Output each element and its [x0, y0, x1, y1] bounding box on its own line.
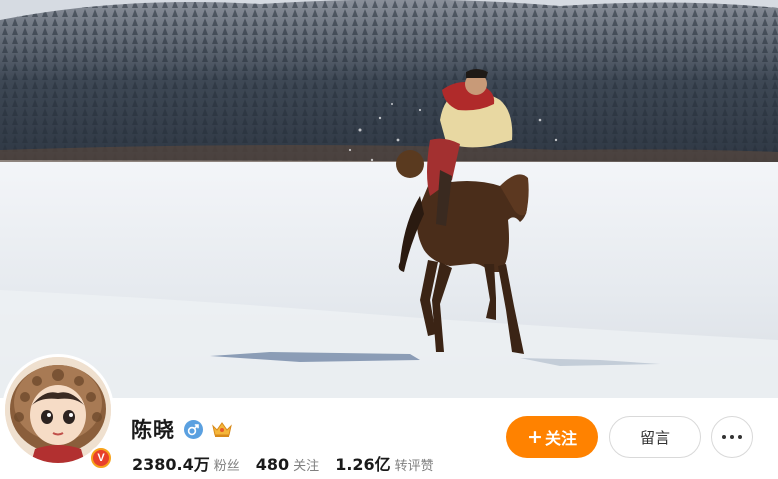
stat-following[interactable]: 480 关注 — [256, 455, 319, 474]
follow-button[interactable]: + 关注 — [506, 416, 598, 458]
stat-value: 480 — [255, 455, 290, 474]
stat-value: 2380.4万 — [132, 455, 210, 474]
profile-name: 陈晓 — [131, 418, 175, 442]
stat-value: 1.26亿 — [335, 455, 391, 474]
stat-followers[interactable]: 2380.4万 粉丝 — [132, 451, 240, 475]
name-row: 陈晓 — [131, 414, 234, 444]
stat-interactions[interactable]: 1.26亿 转评赞 — [335, 451, 434, 475]
profile-stats: 2380.4万 粉丝 480 关注 1.26亿 转评赞 — [132, 451, 450, 475]
more-button[interactable] — [711, 416, 753, 458]
plus-icon: + — [527, 426, 543, 448]
stat-label: 转评赞 — [394, 459, 434, 474]
stat-label: 粉丝 — [213, 459, 240, 474]
male-icon — [184, 419, 203, 439]
crown-icon[interactable] — [210, 419, 234, 439]
message-button[interactable]: 留言 — [609, 416, 701, 458]
message-label: 留言 — [639, 428, 670, 447]
stat-label: 关注 — [293, 459, 320, 474]
cover-photo — [0, 0, 778, 398]
follow-label: 关注 — [544, 429, 577, 448]
more-dots-icon — [720, 435, 744, 439]
v-badge-icon: V — [93, 450, 109, 466]
verified-badge: V — [89, 446, 113, 470]
